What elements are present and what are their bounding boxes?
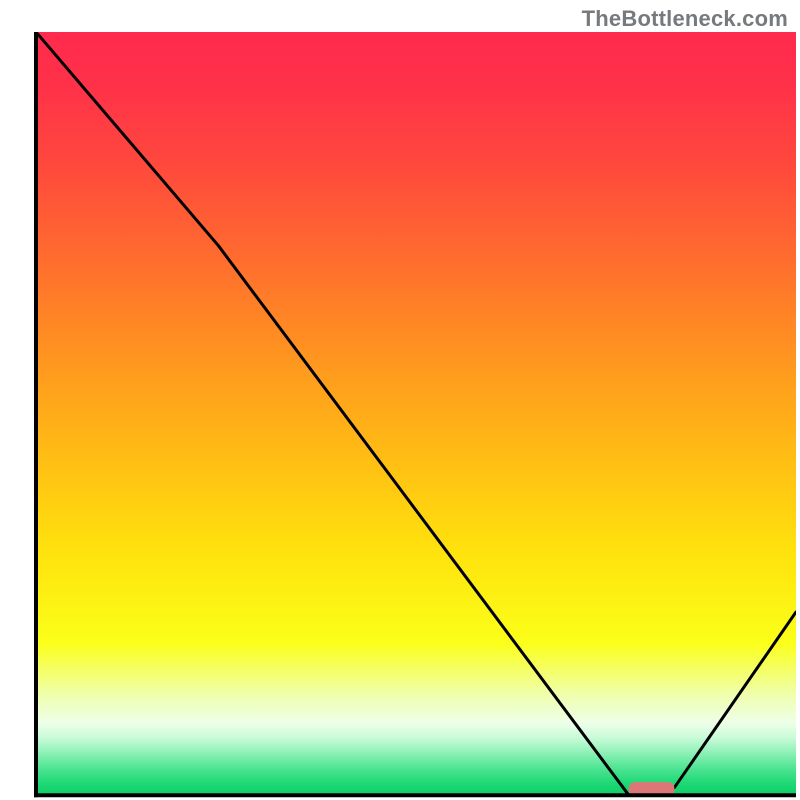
bottleneck-chart: [0, 0, 800, 800]
watermark-text: TheBottleneck.com: [582, 6, 788, 32]
chart-container: TheBottleneck.com: [0, 0, 800, 800]
gradient-background: [36, 32, 796, 795]
